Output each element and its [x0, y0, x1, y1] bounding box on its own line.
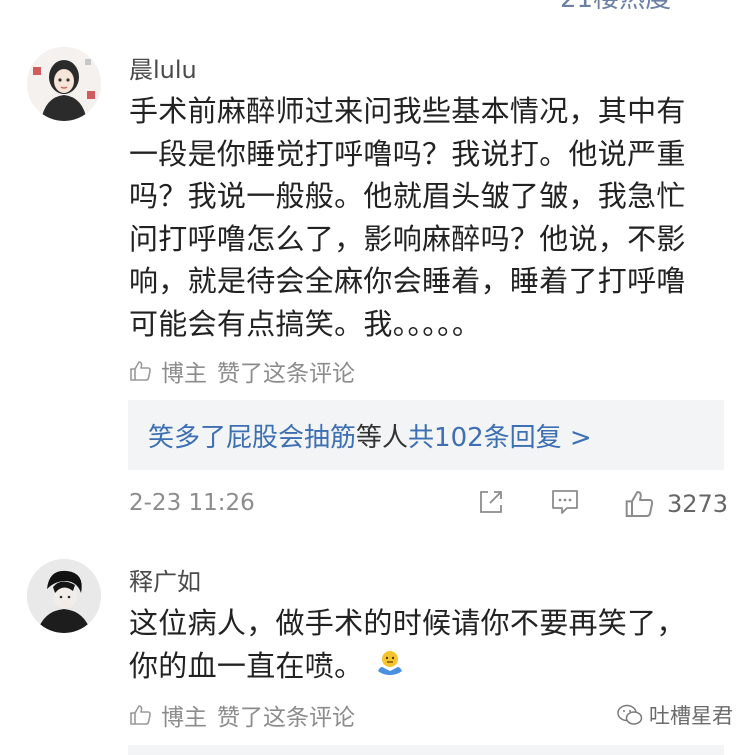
shrug-emoji-icon	[375, 649, 405, 683]
liked-by-author: 博主 赞了这条评论	[129, 698, 355, 732]
thumbs-up-icon	[130, 705, 151, 725]
replies-preview[interactable]: 笑多了屁股会抽筋 等人 共102条回复 >	[128, 400, 724, 470]
avatar[interactable]	[27, 559, 101, 633]
avatar[interactable]	[27, 47, 101, 121]
username[interactable]: 晨lulu	[129, 50, 197, 85]
reply-middle: 等人	[356, 422, 409, 453]
timestamp: 2-23 11:26	[129, 490, 255, 516]
comment-text: 手术前麻醉师过来问我些基本情况，其中有 一段是你睡觉打呼噜吗？我说打。他说严重 …	[129, 94, 686, 341]
avatar-illustration-icon	[27, 559, 101, 633]
thumbs-up-icon	[625, 491, 654, 517]
comment-button[interactable]	[550, 488, 580, 520]
avatar-illustration-icon	[27, 47, 101, 121]
comment-icon	[552, 490, 578, 514]
reply-names[interactable]: 笑多了屁股会抽筋	[148, 417, 356, 454]
next-replies-preview	[128, 745, 724, 755]
watermark: 吐槽星君	[617, 700, 733, 730]
comment-text: 这位病人，做手术的时候请你不要再笑了， 你的血一直在喷。	[129, 606, 686, 683]
author-label: 博主	[161, 705, 207, 731]
author-label: 博主	[161, 361, 207, 387]
share-button[interactable]	[477, 488, 505, 520]
watermark-text: 吐槽星君	[649, 704, 733, 728]
like-button[interactable]	[624, 488, 656, 524]
liked-text: 赞了这条评论	[217, 361, 355, 387]
wechat-icon	[617, 704, 643, 725]
reply-count-link[interactable]: 共102条回复 >	[408, 417, 592, 454]
liked-text: 赞了这条评论	[217, 705, 355, 731]
thumbs-up-icon	[130, 361, 151, 381]
liked-by-author: 博主 赞了这条评论	[129, 354, 355, 388]
like-count: 3273	[667, 490, 729, 518]
username[interactable]: 释广如	[129, 562, 201, 597]
comment-meta: 2-23 11:26 3273	[129, 488, 729, 524]
previous-comment-partial: 21楼热度	[560, 0, 671, 15]
share-icon	[480, 491, 502, 513]
